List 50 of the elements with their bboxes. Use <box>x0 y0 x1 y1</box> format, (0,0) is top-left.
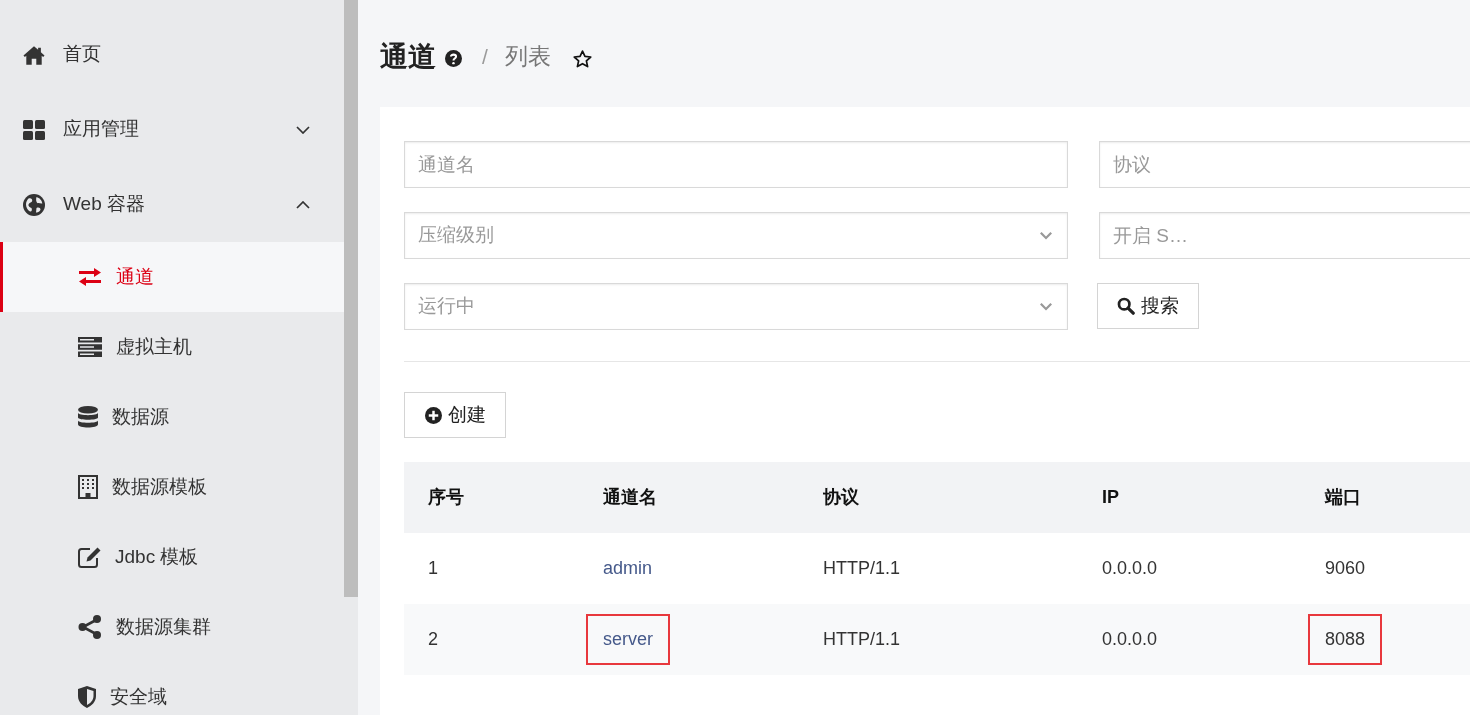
shield-icon <box>78 686 96 708</box>
sidebar-item[interactable]: 通道 <box>0 242 344 312</box>
building-icon <box>78 475 98 499</box>
table-cell: 1 <box>404 533 579 604</box>
channel-link[interactable]: admin <box>603 558 653 578</box>
server-icon <box>78 337 102 357</box>
globe-icon <box>23 193 45 216</box>
sidebar-item[interactable]: 应用管理 <box>0 92 344 167</box>
database-icon <box>78 406 98 428</box>
table-cell: HTTP/1.1 <box>799 604 1078 675</box>
share-icon <box>78 615 102 639</box>
sidebar-item[interactable]: 数据源模板 <box>0 452 344 522</box>
scrollbar-thumb[interactable] <box>344 0 358 597</box>
exchange-icon <box>78 268 102 286</box>
column-header: 协议 <box>799 462 1078 533</box>
chevron-down-icon <box>1040 302 1052 311</box>
edit-icon <box>78 546 101 568</box>
column-header: 端口 <box>1301 462 1470 533</box>
text-field[interactable]: 通道名 <box>404 141 1068 188</box>
sidebar-item[interactable]: 首页 <box>0 17 344 92</box>
search-icon <box>1117 297 1135 315</box>
text-field[interactable]: 开启 S… <box>1099 212 1470 259</box>
cell-text: 8088 <box>1325 629 1366 649</box>
table-cell: 0.0.0.0 <box>1078 604 1301 675</box>
breadcrumb-item: 列表 <box>504 42 551 72</box>
grid-icon <box>23 119 45 140</box>
column-header: IP <box>1078 462 1301 533</box>
table-cell: HTTP/1.1 <box>799 533 1078 604</box>
text-field[interactable]: 协议 <box>1099 141 1470 188</box>
table-cell: 0.0.0.0 <box>1078 533 1301 604</box>
create-button[interactable]: 创建 <box>404 392 506 438</box>
sidebar-item[interactable]: Web 容器 <box>0 167 344 242</box>
table-cell: 9060 <box>1301 533 1470 604</box>
sidebar-item[interactable]: 安全域 <box>0 662 344 715</box>
search-button[interactable]: 搜索 <box>1097 283 1199 329</box>
column-header: 通道名 <box>579 462 799 533</box>
table-cell: 2 <box>404 604 579 675</box>
sidebar-item[interactable]: Jdbc 模板 <box>0 522 344 592</box>
help-icon <box>445 50 462 67</box>
column-header: 序号 <box>404 462 579 533</box>
sidebar-item[interactable]: 数据源集群 <box>0 592 344 662</box>
chevron-down-icon <box>1040 231 1052 240</box>
star-icon <box>572 49 592 68</box>
home-icon <box>23 44 45 65</box>
breadcrumb-separator: / <box>482 43 488 70</box>
channel-link[interactable]: server <box>603 629 653 649</box>
sidebar-item[interactable]: 虚拟主机 <box>0 312 344 382</box>
page-title: 通道 <box>380 42 436 71</box>
sidebar-item[interactable]: 数据源 <box>0 382 344 452</box>
plus-circle-icon <box>424 406 442 424</box>
